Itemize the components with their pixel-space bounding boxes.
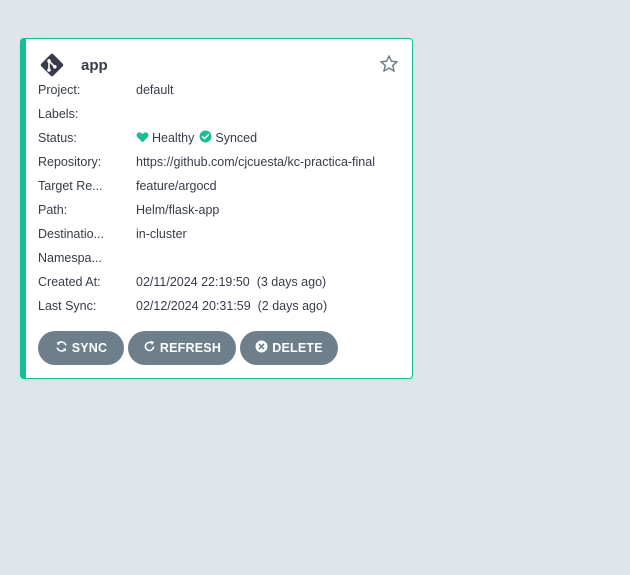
tile-details: Project: default Labels: Status: Healthy xyxy=(38,78,408,318)
check-circle-icon xyxy=(199,130,215,146)
path-value: Helm/flask-app xyxy=(136,203,220,217)
created-at-value: 02/11/2024 22:19:50 (3 days ago) xyxy=(136,275,327,289)
delete-button-label: DELETE xyxy=(272,341,323,355)
row-label: Status: xyxy=(38,131,77,145)
row-last-sync: Last Sync: 02/12/2024 20:31:59 (2 days a… xyxy=(38,294,408,318)
sync-button-label: SYNC xyxy=(71,341,108,355)
row-label: Created At: xyxy=(38,275,101,289)
row-created-at: Created At: 02/11/2024 22:19:50 (3 days … xyxy=(38,270,408,294)
row-label: Destinatio... xyxy=(38,227,105,241)
status-value: Healthy Synced xyxy=(136,130,262,146)
delete-button[interactable]: DELETE xyxy=(240,331,338,365)
row-status: Status: Healthy Synced xyxy=(38,126,408,150)
project-value: default xyxy=(136,83,174,97)
star-icon[interactable] xyxy=(378,53,400,75)
health-status: Healthy xyxy=(136,131,194,146)
row-path: Path: Helm/flask-app xyxy=(38,198,408,222)
destination-value: in-cluster xyxy=(136,227,187,241)
sync-button[interactable]: SYNC xyxy=(38,331,124,365)
health-status-label: Healthy xyxy=(152,131,195,145)
tile-header: app xyxy=(38,51,402,79)
row-label: Namespa... xyxy=(38,251,102,265)
row-project: Project: default xyxy=(38,78,408,102)
target-revision-value: feature/argocd xyxy=(136,179,217,193)
row-namespace: Namespa... xyxy=(38,246,408,270)
row-label: Labels: xyxy=(38,107,79,121)
row-destination: Destinatio... in-cluster xyxy=(38,222,408,246)
sync-status: Synced xyxy=(199,130,257,146)
refresh-icon xyxy=(143,340,160,356)
row-labels: Labels: xyxy=(38,102,408,126)
heart-icon xyxy=(136,131,152,146)
row-label: Repository: xyxy=(38,155,102,169)
app-name[interactable]: app xyxy=(81,57,108,74)
refresh-button-label: REFRESH xyxy=(159,341,222,355)
application-tile[interactable]: app Project: default Labels: Status: Hea… xyxy=(20,38,413,379)
git-icon xyxy=(38,51,66,79)
row-label: Path: xyxy=(38,203,68,217)
last-sync-value: 02/12/2024 20:31:59 (2 days ago) xyxy=(136,299,328,313)
row-repository: Repository: https://github.com/cjcuesta/… xyxy=(38,150,408,174)
sync-status-label: Synced xyxy=(215,131,258,145)
repository-value: https://github.com/cjcuesta/kc-practica-… xyxy=(136,155,375,169)
row-label: Last Sync: xyxy=(38,299,97,313)
refresh-button[interactable]: REFRESH xyxy=(128,331,236,365)
row-label: Project: xyxy=(38,83,81,97)
row-target-revision: Target Re... feature/argocd xyxy=(38,174,408,198)
row-label: Target Re... xyxy=(38,179,103,193)
tile-actions: SYNC REFRESH DELETE xyxy=(38,331,342,365)
close-circle-icon xyxy=(255,340,272,356)
sync-icon xyxy=(55,340,72,356)
